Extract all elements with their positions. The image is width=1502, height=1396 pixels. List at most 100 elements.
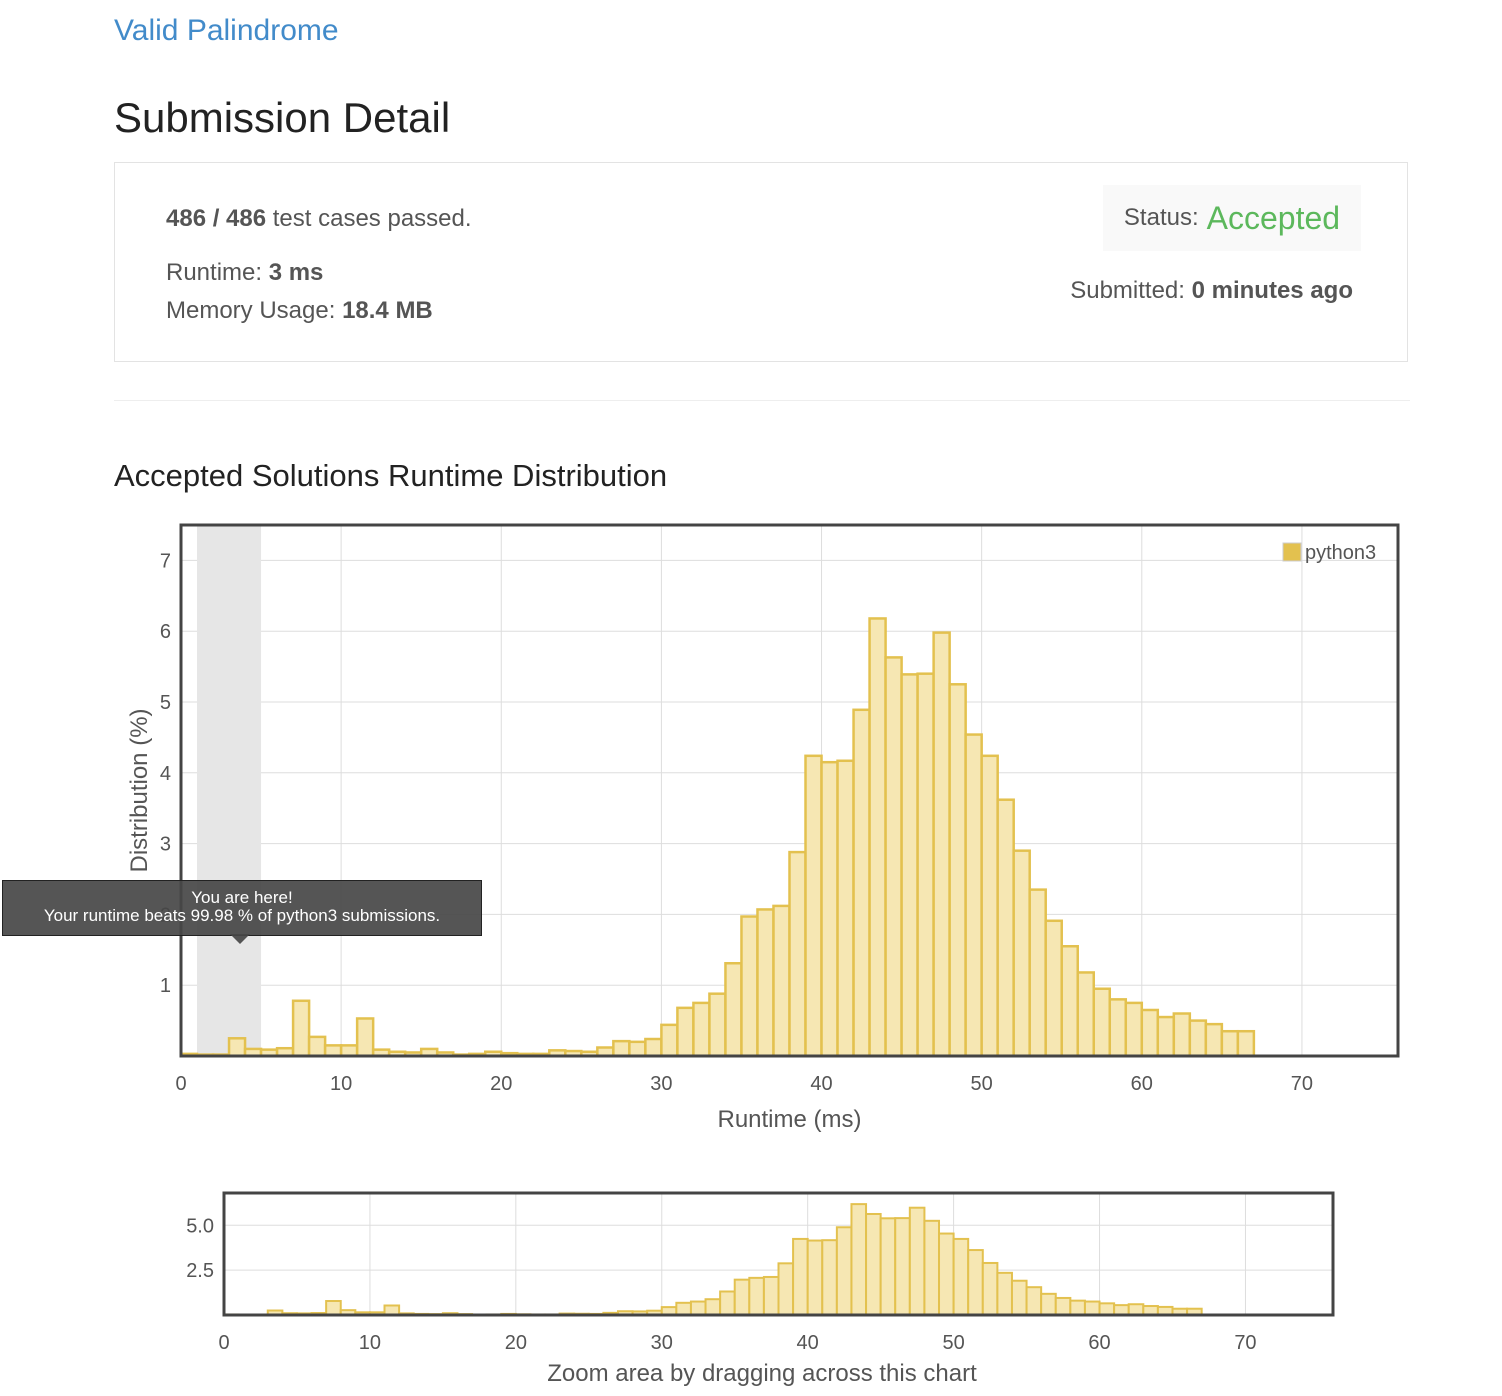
bar — [967, 1249, 984, 1316]
submission-summary-panel: 486 / 486 test cases passed. Runtime: 3 … — [114, 162, 1408, 362]
bar — [1025, 1286, 1043, 1316]
bar — [719, 1290, 736, 1316]
divider — [114, 400, 1410, 401]
bar — [820, 760, 839, 1058]
bar — [923, 1219, 941, 1316]
x-axis-title: Runtime (ms) — [717, 1106, 861, 1133]
tooltip-arrow — [230, 934, 250, 944]
bar — [748, 1276, 765, 1316]
runtime-distribution-chart[interactable]: 0102030405060701234567Runtime (ms)Distri… — [0, 510, 1502, 1150]
bar — [821, 1239, 838, 1316]
x-tick-label: 20 — [490, 1073, 512, 1095]
runtime-row: Runtime: 3 ms — [166, 259, 323, 287]
x-tick-label: 70 — [1291, 1073, 1313, 1095]
y-axis-title: Distribution (%) — [126, 708, 153, 872]
bar — [325, 1300, 342, 1316]
bar — [916, 672, 935, 1058]
memory-row: Memory Usage: 18.4 MB — [166, 297, 433, 325]
bar — [1140, 1008, 1160, 1058]
bar — [676, 1006, 695, 1058]
y-tick-label: 4 — [160, 763, 171, 785]
bar — [612, 1039, 631, 1058]
bar — [948, 683, 967, 1058]
y-tick-label: 6 — [160, 621, 171, 643]
x-tick-label: 40 — [797, 1332, 819, 1354]
problem-title-link[interactable]: Valid Palindrome — [114, 14, 339, 48]
bar — [772, 904, 791, 1058]
bar — [900, 673, 919, 1058]
bar — [733, 1278, 751, 1316]
bar — [852, 708, 871, 1058]
status-box: Status: Accepted — [1103, 185, 1361, 251]
bar — [879, 1217, 897, 1316]
bar — [836, 759, 855, 1058]
bar — [835, 1226, 853, 1316]
test-cases-passed: 486 / 486 test cases passed. — [166, 205, 472, 233]
section-title: Accepted Solutions Runtime Distribution — [114, 458, 668, 493]
bar — [1060, 945, 1079, 1058]
status-label: Status: — [1123, 204, 1199, 231]
x-tick-label: 40 — [810, 1073, 832, 1095]
bar — [952, 1237, 970, 1316]
bar — [1010, 1279, 1028, 1316]
x-tick-label: 20 — [505, 1332, 527, 1354]
bar — [1069, 1299, 1086, 1316]
bar — [1044, 919, 1063, 1058]
zoom-hint: Zoom area by dragging across this chart — [547, 1360, 977, 1387]
runtime-label: Runtime: — [166, 259, 269, 286]
bar — [777, 1262, 795, 1317]
x-tick-label: 60 — [1131, 1073, 1153, 1095]
legend-swatch — [1282, 542, 1302, 562]
bar — [708, 992, 727, 1058]
bar — [981, 1261, 999, 1316]
bar — [1054, 1296, 1072, 1316]
tooltip-line-2: Your runtime beats 99.98 % of python3 su… — [43, 906, 441, 925]
bar — [644, 1037, 663, 1058]
bar — [1108, 998, 1128, 1058]
bar — [1083, 1300, 1101, 1317]
x-tick-label: 60 — [1088, 1332, 1110, 1354]
bar — [628, 1040, 647, 1058]
bar — [339, 1044, 359, 1058]
bar — [996, 1271, 1013, 1316]
bar — [323, 1044, 343, 1058]
bar — [908, 1206, 926, 1317]
bar — [1188, 1019, 1208, 1058]
runtime-value: 3 ms — [268, 259, 324, 286]
submitted-label: Submitted: — [1070, 277, 1192, 304]
bar — [996, 798, 1015, 1058]
your-runtime-highlight — [197, 525, 262, 1056]
x-tick-label: 10 — [359, 1332, 381, 1354]
bar — [884, 656, 903, 1058]
page-title: Submission Detail — [114, 94, 451, 141]
bar — [788, 850, 807, 1058]
y-tick-label: 3 — [160, 834, 171, 856]
tooltip-line-1: You are here! — [191, 888, 293, 907]
bar — [689, 1300, 707, 1317]
bar — [762, 1275, 780, 1316]
x-tick-label: 0 — [175, 1073, 186, 1095]
test-cases-count: 486 / 486 — [166, 205, 267, 232]
bar — [1236, 1029, 1256, 1058]
test-cases-suffix: test cases passed. — [266, 205, 472, 232]
bar — [740, 915, 759, 1058]
bar — [806, 1239, 824, 1316]
bar — [1127, 1303, 1145, 1316]
bar — [692, 1001, 711, 1058]
bar — [307, 1035, 327, 1058]
bar — [704, 1298, 722, 1316]
y-tick-label: 1 — [160, 975, 171, 997]
zoom-navigator-chart[interactable]: 0 10 20 30 40 50 60 70 2.5 5.0 — [0, 1180, 1502, 1355]
submitted-value: 0 minutes ago — [1191, 277, 1353, 304]
x-tick-label: 50 — [942, 1332, 964, 1354]
bar — [675, 1301, 692, 1317]
bar — [660, 1023, 679, 1058]
bar — [1076, 971, 1095, 1058]
bar — [894, 1217, 911, 1316]
bar — [1124, 1001, 1144, 1058]
x-tick-label: 70 — [1234, 1332, 1256, 1354]
memory-label: Memory Usage: — [166, 297, 343, 324]
x-tick-label: 30 — [650, 1073, 672, 1095]
bar — [865, 1212, 882, 1317]
bar — [964, 733, 983, 1058]
